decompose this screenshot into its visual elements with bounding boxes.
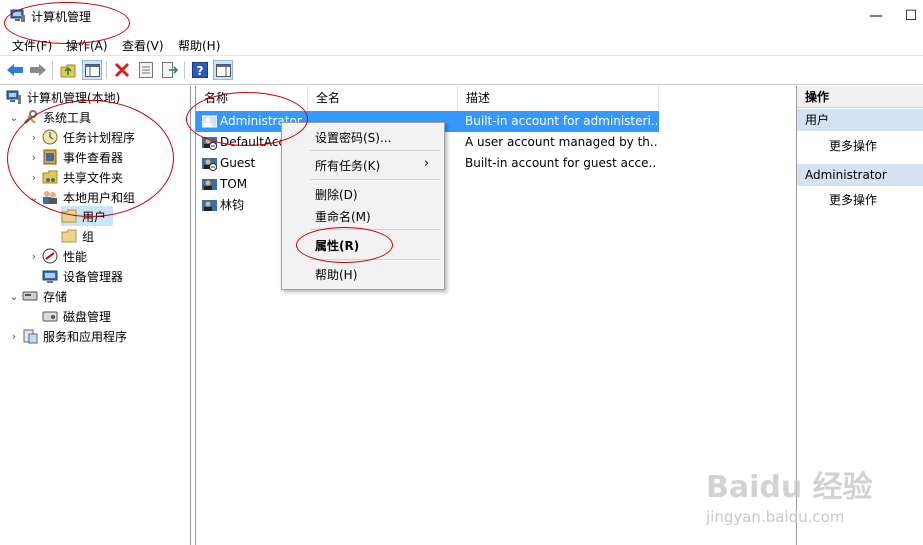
chevron-right-icon[interactable]: › [28,131,40,144]
menu-item-rename[interactable]: 重命名(M) [315,208,371,225]
title-bar: 计算机管理 — ☐ [0,0,923,33]
user-disabled-icon [202,158,217,171]
baidu-watermark: Baidu 经验 jingyan.baidu.com [706,462,873,526]
tree-item-performance[interactable]: › 性能 [28,246,87,266]
tree-label: 事件查看器 [63,150,124,165]
help-icon[interactable]: ? [190,60,210,80]
tree-label: 任务计划程序 [63,130,136,145]
tree-item-shared-folders[interactable]: › 共享文件夹 [28,167,123,187]
actions-header: 操作 [797,86,923,108]
menu-item-help[interactable]: 帮助(H) [315,266,357,283]
show-hide-tree-icon[interactable] [82,60,102,80]
tree-label: 共享文件夹 [63,170,124,185]
column-header-description[interactable]: 描述 [458,86,659,110]
chevron-right-icon[interactable]: › [28,171,40,184]
menu-item-all-tasks[interactable]: 所有任务(K) [315,157,380,174]
chevron-down-icon[interactable]: ⌄ [8,290,20,303]
menu-item-properties[interactable]: 属性(R) [315,237,359,254]
disk-icon [42,311,58,322]
column-header-full-name[interactable]: 全名 [308,86,458,110]
watermark-url: jingyan.baidu.com [706,508,845,526]
toolbar: ? [0,55,923,85]
tools-icon [23,110,37,125]
tree-item-event-viewer[interactable]: › 事件查看器 [28,147,123,167]
user-icon [202,115,217,128]
forward-icon[interactable] [28,60,48,80]
actions-section-users[interactable]: 用户 [797,109,923,131]
shared-folder-icon [42,170,58,184]
column-header-name[interactable]: 名称 [196,86,308,110]
user-disabled-icon [202,137,217,150]
user-description: Built-in account for administeri... [465,114,657,128]
user-description [465,195,657,216]
computer-management-icon [10,9,25,22]
tree-label: 用户 [82,209,107,224]
export-list-icon[interactable] [160,60,180,80]
chevron-right-icon[interactable]: › [8,330,20,343]
menu-item-delete[interactable]: 删除(D) [315,186,358,203]
tree-item-system-tools[interactable]: ⌄ 系统工具 [8,107,91,127]
user-description [465,174,657,195]
window-title: 计算机管理 [31,10,92,24]
menu-item-set-password[interactable]: 设置密码(S)... [315,129,391,146]
watermark-brand: Baidu 经验 [706,470,873,505]
tree-label: 性能 [63,249,88,264]
folder-icon [61,209,77,223]
tree-item-services-apps[interactable]: › 服务和应用程序 [8,326,127,346]
user-icon [202,200,217,211]
navigation-tree: 计算机管理(本地) ⌄ 系统工具 › 任务计划程序 › 事件查看器 › 共享文件… [2,86,191,545]
maximize-button[interactable]: ☐ [899,0,923,33]
menu-view[interactable]: 查看(V) [122,37,164,54]
up-folder-icon[interactable] [58,60,78,80]
tree-label: 系统工具 [43,110,92,125]
tree-label: 计算机管理(本地) [27,90,121,105]
menu-help[interactable]: 帮助(H) [178,37,220,54]
chevron-right-icon: › [424,156,430,171]
storage-icon [22,291,38,301]
svg-text:?: ? [197,64,204,78]
tree-item-task-scheduler[interactable]: › 任务计划程序 [28,127,135,147]
menu-bar: 文件(F) 操作(A) 查看(V) 帮助(H) [0,33,923,55]
user-description: Built-in account for guest acce... [465,156,657,170]
menu-action[interactable]: 操作(A) [66,37,108,54]
actions-section-administrator[interactable]: Administrator [797,164,923,186]
tree-item-disk-management[interactable]: 磁盘管理 [42,306,111,326]
tree-item-storage[interactable]: ⌄ 存储 [8,286,67,306]
tree-item-groups[interactable]: 组 [61,226,94,246]
chevron-down-icon[interactable]: ⌄ [8,111,20,124]
tree-label: 设备管理器 [63,269,124,284]
chevron-down-icon[interactable]: ⌄ [28,191,40,204]
folder-icon [61,229,77,243]
services-icon [23,329,38,344]
tree-label: 服务和应用程序 [43,329,128,344]
performance-icon [42,248,58,264]
device-manager-icon [42,270,58,283]
menu-file[interactable]: 文件(F) [12,37,52,54]
minimize-button[interactable]: — [853,0,899,33]
tree-item-local-users-groups[interactable]: ⌄ 本地用户和组 [28,187,135,207]
more-actions-link[interactable]: 更多操作 [829,137,877,154]
show-hide-action-pane-icon[interactable] [213,60,233,80]
context-menu: 设置密码(S)... 所有任务(K) › 删除(D) 重命名(M) 属性(R) … [281,122,445,290]
more-actions-link[interactable]: 更多操作 [829,191,877,208]
clock-icon [42,129,58,145]
back-icon[interactable] [5,60,25,80]
tree-item-computer-management[interactable]: 计算机管理(本地) [6,87,120,107]
user-description: A user account managed by th... [465,135,657,149]
users-group-icon [43,191,57,204]
tree-label: 本地用户和组 [63,190,136,205]
tree-label: 存储 [43,289,68,304]
tree-item-device-manager[interactable]: 设备管理器 [42,266,123,286]
chevron-right-icon[interactable]: › [28,250,40,263]
computer-management-icon [6,90,21,104]
tree-label: 组 [82,229,95,244]
tree-item-users[interactable]: 用户 [61,206,113,226]
chevron-right-icon[interactable]: › [28,151,40,164]
event-viewer-icon [43,149,57,165]
delete-icon[interactable] [112,60,132,80]
properties-icon[interactable] [136,60,156,80]
tree-label: 磁盘管理 [63,309,112,324]
user-icon [202,179,217,190]
